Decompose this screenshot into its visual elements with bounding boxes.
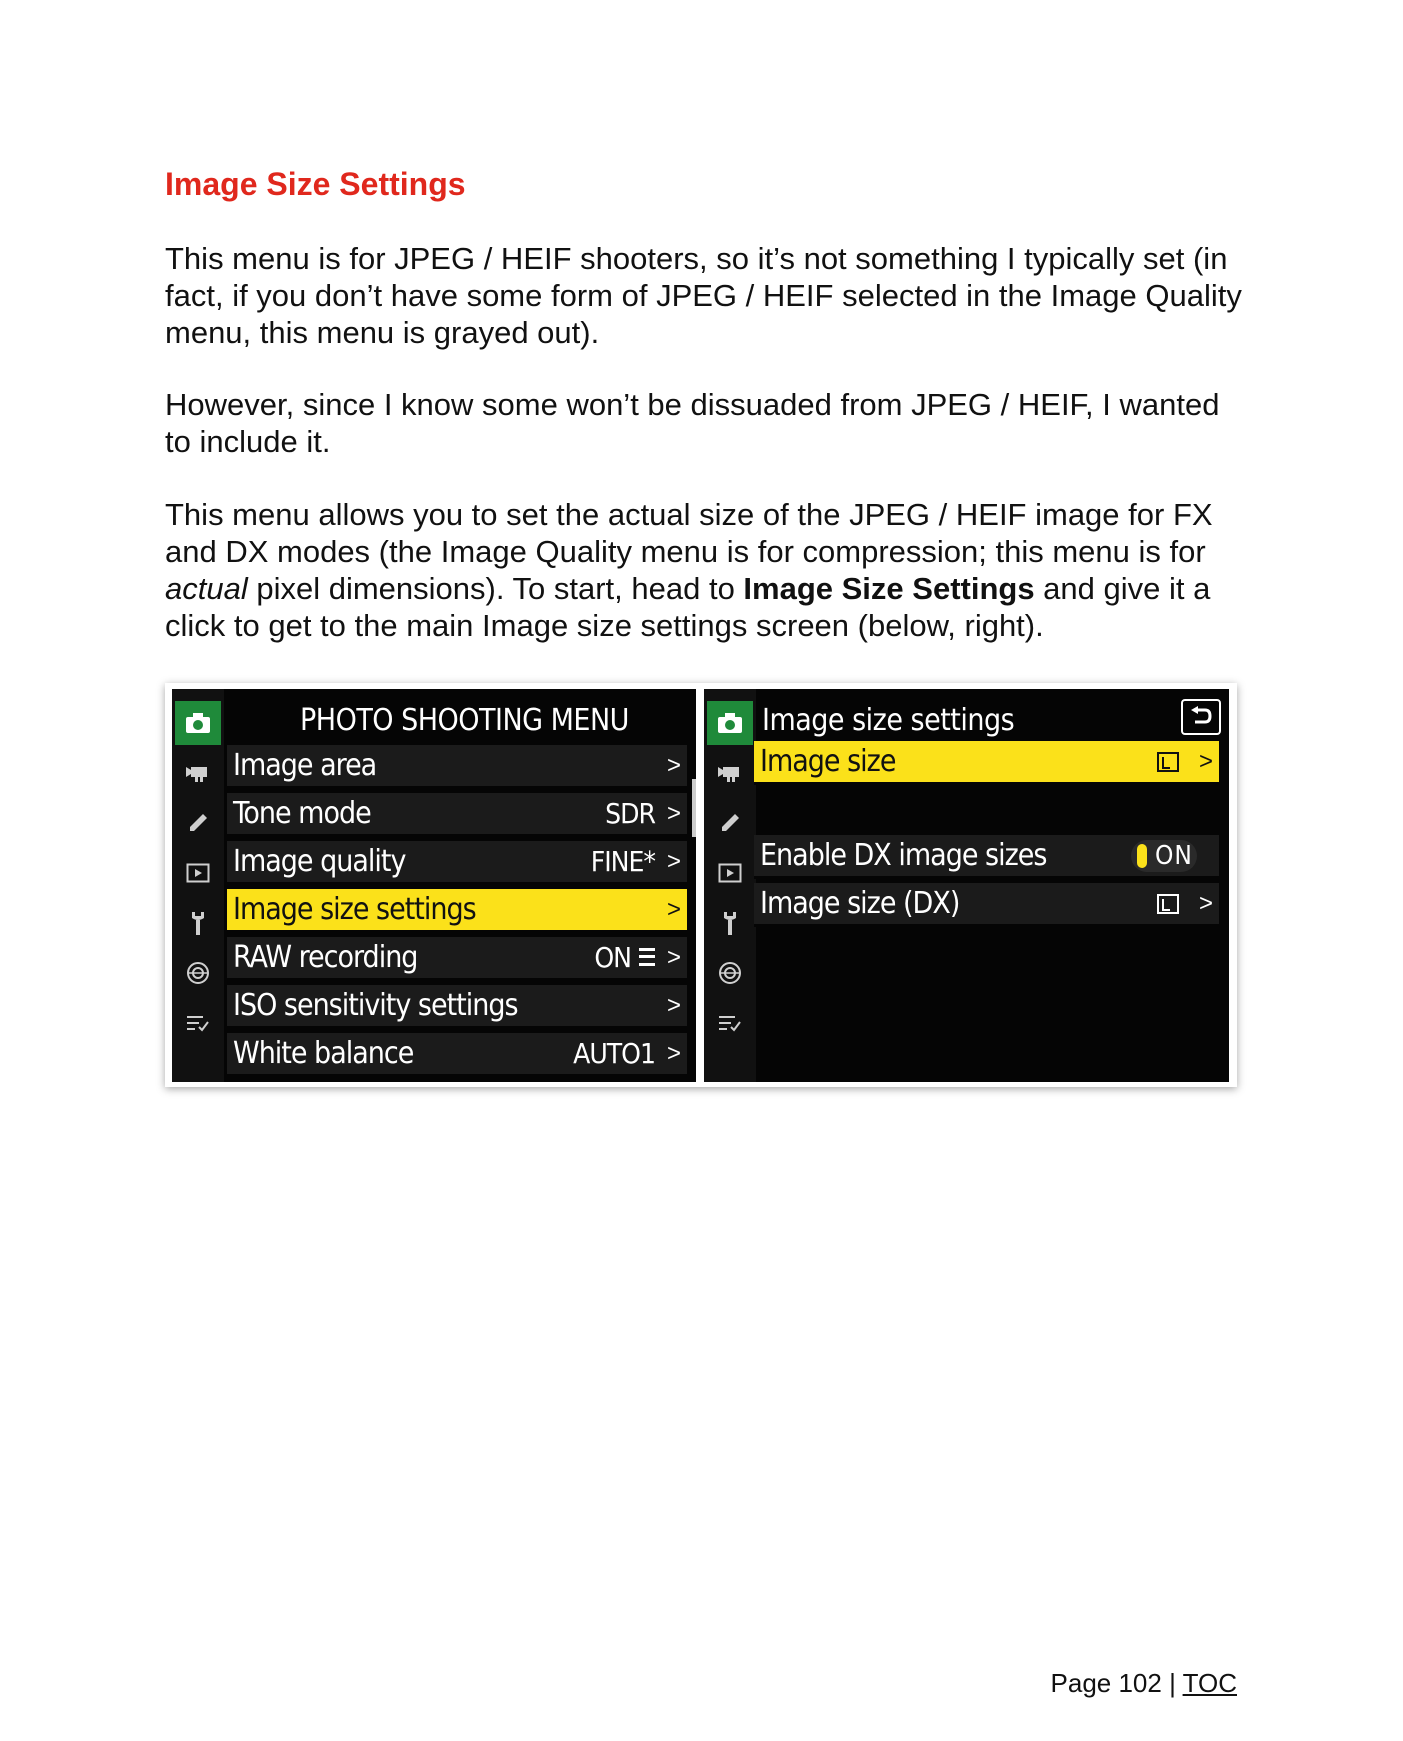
paragraph-3-emphasis: actual xyxy=(165,571,248,606)
menu-item-label: White balance xyxy=(233,1036,414,1071)
menu-item-image-area[interactable]: Image area > xyxy=(227,745,687,789)
camera-icon[interactable] xyxy=(707,701,753,745)
document-page: Image Size Settings This menu is for JPE… xyxy=(0,0,1403,1741)
menu-item-value: ON xyxy=(594,941,632,974)
network-icon[interactable] xyxy=(172,953,224,993)
menu-item-raw-recording[interactable]: RAW recording ON > xyxy=(227,937,687,981)
menu-tab-rail xyxy=(172,689,224,1082)
paragraph-3-strong: Image Size Settings xyxy=(743,571,1035,606)
section-heading: Image Size Settings xyxy=(165,166,466,202)
paragraph-3-text-b: pixel dimensions). To start, head to xyxy=(247,571,744,606)
network-icon[interactable] xyxy=(704,953,756,993)
chevron-right-icon: > xyxy=(666,991,681,1019)
my-menu-icon[interactable] xyxy=(704,1003,756,1043)
menu-item-value: AUTO1 xyxy=(573,1037,656,1070)
page-number: Page 102 xyxy=(1050,1668,1162,1698)
menu-item-label: ISO sensitivity settings xyxy=(233,988,519,1023)
menu-item-image-size-settings[interactable]: Image size settings > xyxy=(227,889,687,933)
camera-menu-figure: PHOTO SHOOTING MENU Image area > Tone mo… xyxy=(165,683,1237,1087)
photo-shooting-menu-screen: PHOTO SHOOTING MENU Image area > Tone mo… xyxy=(172,689,696,1082)
pencil-icon[interactable] xyxy=(704,803,756,843)
raw-star-icon xyxy=(637,946,657,975)
menu-item-label: Image size (DX) xyxy=(760,886,960,921)
chevron-right-icon: > xyxy=(666,847,681,875)
pencil-icon[interactable] xyxy=(172,803,224,843)
menu-title: PHOTO SHOOTING MENU xyxy=(300,702,629,738)
dx-toggle-switch[interactable]: ON xyxy=(1131,839,1197,872)
my-menu-icon[interactable] xyxy=(172,1003,224,1043)
menu-item-label: RAW recording xyxy=(233,940,418,975)
menu-tab-rail xyxy=(704,689,756,1082)
wrench-icon[interactable] xyxy=(704,903,756,943)
footer-separator: | xyxy=(1161,1668,1183,1698)
menu-item-image-size-dx[interactable]: Image size (DX) > xyxy=(754,883,1219,927)
chevron-right-icon: > xyxy=(666,943,681,971)
movie-icon[interactable] xyxy=(704,753,756,793)
paragraph-1: This menu is for JPEG / HEIF shooters, s… xyxy=(165,241,1242,350)
image-size-large-icon xyxy=(1157,893,1179,914)
menu-item-image-quality[interactable]: Image quality FINE* > xyxy=(227,841,687,885)
paragraph-3-text-a: This menu allows you to set the actual s… xyxy=(165,497,1213,569)
toggle-value: ON xyxy=(1155,840,1193,871)
chevron-right-icon: > xyxy=(666,1039,681,1067)
menu-item-label: Image size xyxy=(760,744,896,779)
menu-item-value: SDR xyxy=(605,797,656,830)
wrench-icon[interactable] xyxy=(172,903,224,943)
paragraph-3: This menu allows you to set the actual s… xyxy=(165,496,1245,644)
menu-scrollbar[interactable] xyxy=(692,779,696,837)
chevron-right-icon: > xyxy=(1198,889,1213,917)
menu-item-iso-sensitivity-settings[interactable]: ISO sensitivity settings > xyxy=(227,985,687,1029)
page-footer: Page 102 | TOC xyxy=(1051,1668,1237,1699)
submenu-title: Image size settings xyxy=(762,702,1015,738)
menu-item-image-size[interactable]: Image size > xyxy=(754,741,1219,785)
toggle-knob xyxy=(1137,843,1147,868)
menu-item-label: Enable DX image sizes xyxy=(760,838,1047,873)
image-size-settings-screen: Image size settings Image size > Enable … xyxy=(704,689,1229,1082)
chevron-right-icon: > xyxy=(666,895,681,923)
menu-item-label: Image quality xyxy=(233,844,406,879)
chevron-right-icon: > xyxy=(666,799,681,827)
menu-item-tone-mode[interactable]: Tone mode SDR > xyxy=(227,793,687,837)
toc-link[interactable]: TOC xyxy=(1183,1668,1237,1698)
back-icon[interactable] xyxy=(1181,699,1221,735)
menu-item-label: Image area xyxy=(233,748,377,783)
chevron-right-icon: > xyxy=(666,751,681,779)
menu-item-label: Image size settings xyxy=(233,892,477,927)
image-size-large-icon xyxy=(1157,751,1179,772)
menu-item-enable-dx-image-sizes[interactable]: Enable DX image sizes ON xyxy=(754,835,1219,879)
menu-item-label: Tone mode xyxy=(233,796,372,831)
camera-icon[interactable] xyxy=(175,701,221,745)
chevron-right-icon: > xyxy=(1198,747,1213,775)
playback-icon[interactable] xyxy=(172,853,224,893)
movie-icon[interactable] xyxy=(172,753,224,793)
playback-icon[interactable] xyxy=(704,853,756,893)
menu-item-white-balance[interactable]: White balance AUTO1 > xyxy=(227,1033,687,1077)
menu-item-value: FINE* xyxy=(590,845,656,878)
paragraph-2: However, since I know some won’t be diss… xyxy=(165,387,1220,459)
